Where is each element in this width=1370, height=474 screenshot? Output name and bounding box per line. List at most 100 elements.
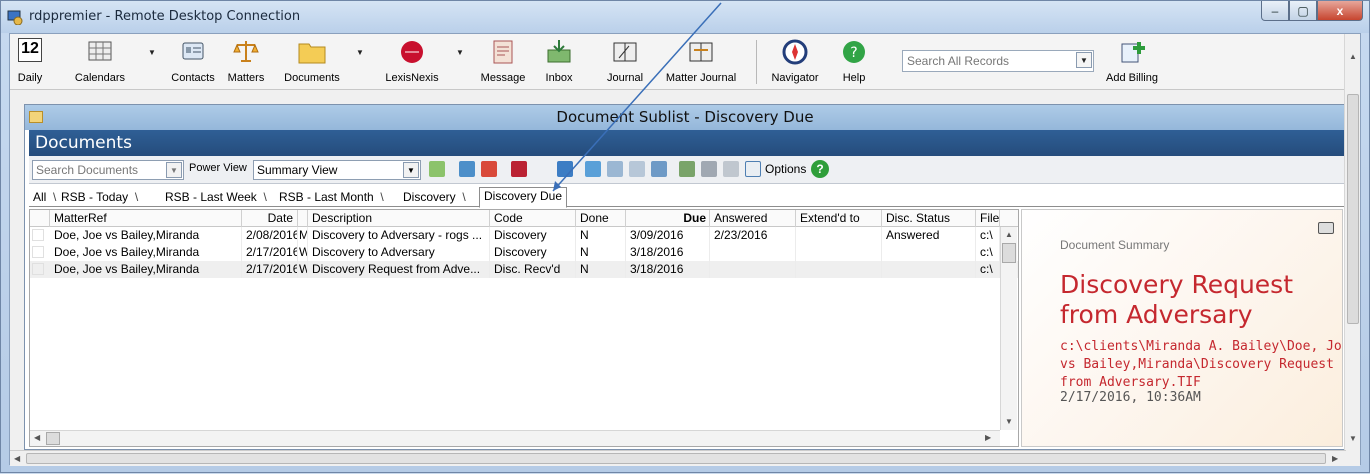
- message-button[interactable]: Message: [476, 36, 530, 88]
- documents-grid: MatterRef Date Description Code Done Due…: [29, 209, 1019, 447]
- matter-journal-button[interactable]: Matter Journal: [654, 36, 748, 88]
- col-file-name[interactable]: File N: [976, 210, 1000, 227]
- row-checkbox[interactable]: [32, 229, 44, 241]
- outer-scroll-left-icon[interactable]: ◀: [14, 454, 20, 463]
- message-label: Message: [480, 72, 526, 84]
- lexisnexis-dropdown-icon[interactable]: ▼: [456, 48, 464, 57]
- delete-document-icon[interactable]: [481, 161, 497, 177]
- add-document-icon[interactable]: [429, 161, 445, 177]
- options-label[interactable]: Options: [765, 162, 806, 176]
- cell-day: W: [298, 261, 308, 278]
- cell-extended-to: [796, 261, 882, 278]
- help-button[interactable]: ? Help: [832, 36, 876, 88]
- outer-scroll-thumb[interactable]: [1347, 94, 1359, 324]
- grid-header: MatterRef Date Description Code Done Due…: [30, 210, 1018, 227]
- col-extended-to[interactable]: Extend'd to: [796, 210, 882, 227]
- settings-icon[interactable]: [723, 161, 739, 177]
- row-checkbox[interactable]: [32, 246, 44, 258]
- outer-scroll-up-icon[interactable]: ▲: [1349, 52, 1357, 61]
- edit-document-icon[interactable]: [459, 161, 475, 177]
- col-answered[interactable]: Answered: [710, 210, 796, 227]
- documents-label: Documents: [284, 72, 340, 84]
- svg-text:?: ?: [850, 45, 857, 61]
- properties-icon[interactable]: [629, 161, 645, 177]
- scales-icon: [233, 41, 259, 62]
- tab-all[interactable]: All: [29, 189, 57, 207]
- col-done[interactable]: Done: [576, 210, 626, 227]
- minimize-button[interactable]: –: [1261, 1, 1289, 21]
- grid-hscroll-thumb[interactable]: [46, 432, 60, 445]
- scroll-up-icon[interactable]: ▲: [1005, 230, 1013, 239]
- table-row[interactable]: Doe, Joe vs Bailey,Miranda 2/08/2016 M D…: [30, 227, 1018, 244]
- grid-vertical-scrollbar[interactable]: ▲ ▼: [1000, 227, 1017, 430]
- maximize-button[interactable]: ▢: [1289, 1, 1317, 21]
- contacts-button[interactable]: Contacts: [166, 36, 220, 88]
- search-all-records-input[interactable]: Search All Records: [902, 50, 1094, 72]
- add-billing-button[interactable]: Add Billing: [1100, 36, 1164, 88]
- check-document-icon[interactable]: [585, 161, 601, 177]
- scroll-down-icon[interactable]: ▼: [1005, 417, 1013, 426]
- journal-book-icon: [613, 42, 637, 62]
- row-checkbox[interactable]: [32, 263, 44, 275]
- power-view-dropdown-icon[interactable]: ▼: [403, 162, 419, 178]
- outer-scroll-right-icon[interactable]: ▶: [1332, 454, 1338, 463]
- cell-extended-to: [796, 244, 882, 261]
- outer-horizontal-scrollbar[interactable]: ◀ ▶: [10, 450, 1346, 466]
- main-toolbar: 12 Daily Calendars ▼ Contacts Matters Do…: [10, 34, 1346, 90]
- scan-icon[interactable]: [679, 161, 695, 177]
- approve-icon[interactable]: [651, 161, 667, 177]
- col-day[interactable]: [298, 210, 308, 227]
- summary-file-path[interactable]: c:\clients\Miranda A. Bailey\Doe, Joe vs…: [1060, 338, 1342, 392]
- tab-discovery-due[interactable]: Discovery Due: [479, 187, 568, 208]
- grid-scroll-thumb[interactable]: [1002, 243, 1016, 263]
- navigator-button[interactable]: Navigator: [764, 36, 826, 88]
- table-row[interactable]: Doe, Joe vs Bailey,Miranda 2/17/2016 W D…: [30, 244, 1018, 261]
- grid-horizontal-scrollbar[interactable]: ◀ ▶: [30, 430, 1000, 446]
- sublist-title: Document Sublist - Discovery Due: [556, 108, 814, 126]
- binoculars-icon[interactable]: [511, 161, 527, 177]
- cell-answered: [710, 244, 796, 261]
- col-matterref[interactable]: MatterRef: [50, 210, 242, 227]
- copy-document-icon[interactable]: [607, 161, 623, 177]
- email-document-icon[interactable]: [557, 161, 573, 177]
- calendars-dropdown-icon[interactable]: ▼: [148, 48, 156, 57]
- tab-rsb-last-week[interactable]: RSB - Last Week: [161, 189, 267, 207]
- search-documents-dropdown-icon[interactable]: ▼: [166, 162, 182, 178]
- document-summary-panel: Document Summary Discovery Request from …: [1021, 209, 1343, 447]
- matters-button[interactable]: Matters: [222, 36, 270, 88]
- journal-button[interactable]: Journal: [600, 36, 650, 88]
- calendars-button[interactable]: Calendars: [58, 36, 142, 88]
- tab-rsb-last-month[interactable]: RSB - Last Month: [275, 189, 383, 207]
- document-tabs: All RSB - Today RSB - Last Week RSB - La…: [29, 187, 1344, 208]
- inbox-label: Inbox: [545, 72, 573, 84]
- col-disc-status[interactable]: Disc. Status: [882, 210, 976, 227]
- daily-button[interactable]: 12 Daily: [12, 36, 48, 88]
- tab-rsb-today[interactable]: RSB - Today: [57, 189, 138, 207]
- scroll-left-icon[interactable]: ◀: [34, 433, 40, 442]
- print-icon[interactable]: [701, 161, 717, 177]
- table-row-selected[interactable]: Doe, Joe vs Bailey,Miranda 2/17/2016 W D…: [30, 261, 1018, 278]
- contact-card-icon: [182, 42, 204, 60]
- scroll-right-icon[interactable]: ▶: [985, 433, 991, 442]
- options-icon[interactable]: [745, 161, 761, 177]
- col-date[interactable]: Date: [242, 210, 298, 227]
- col-description[interactable]: Description: [308, 210, 490, 227]
- documents-dropdown-icon[interactable]: ▼: [356, 48, 364, 57]
- power-view-select[interactable]: Summary View ▼: [253, 160, 421, 180]
- col-code[interactable]: Code: [490, 210, 576, 227]
- documents-button[interactable]: Documents: [272, 36, 352, 88]
- outer-vertical-scrollbar[interactable]: ▲ ▼: [1344, 34, 1360, 466]
- outer-hscroll-thumb[interactable]: [26, 453, 1326, 464]
- printer-icon[interactable]: [1318, 222, 1334, 234]
- search-documents-input[interactable]: Search Documents ▼: [32, 160, 184, 180]
- help-icon[interactable]: ?: [811, 160, 829, 178]
- close-button[interactable]: x: [1317, 1, 1363, 21]
- cell-description: Discovery Request from Adve...: [308, 261, 490, 278]
- lexisnexis-button[interactable]: LexisNexis: [372, 36, 452, 88]
- remote-desktop-icon: [7, 10, 23, 25]
- outer-scroll-down-icon[interactable]: ▼: [1349, 434, 1357, 443]
- inbox-button[interactable]: Inbox: [534, 36, 584, 88]
- tab-discovery[interactable]: Discovery: [399, 189, 465, 207]
- lexisnexis-label: LexisNexis: [385, 72, 439, 84]
- col-due[interactable]: Due: [626, 210, 710, 227]
